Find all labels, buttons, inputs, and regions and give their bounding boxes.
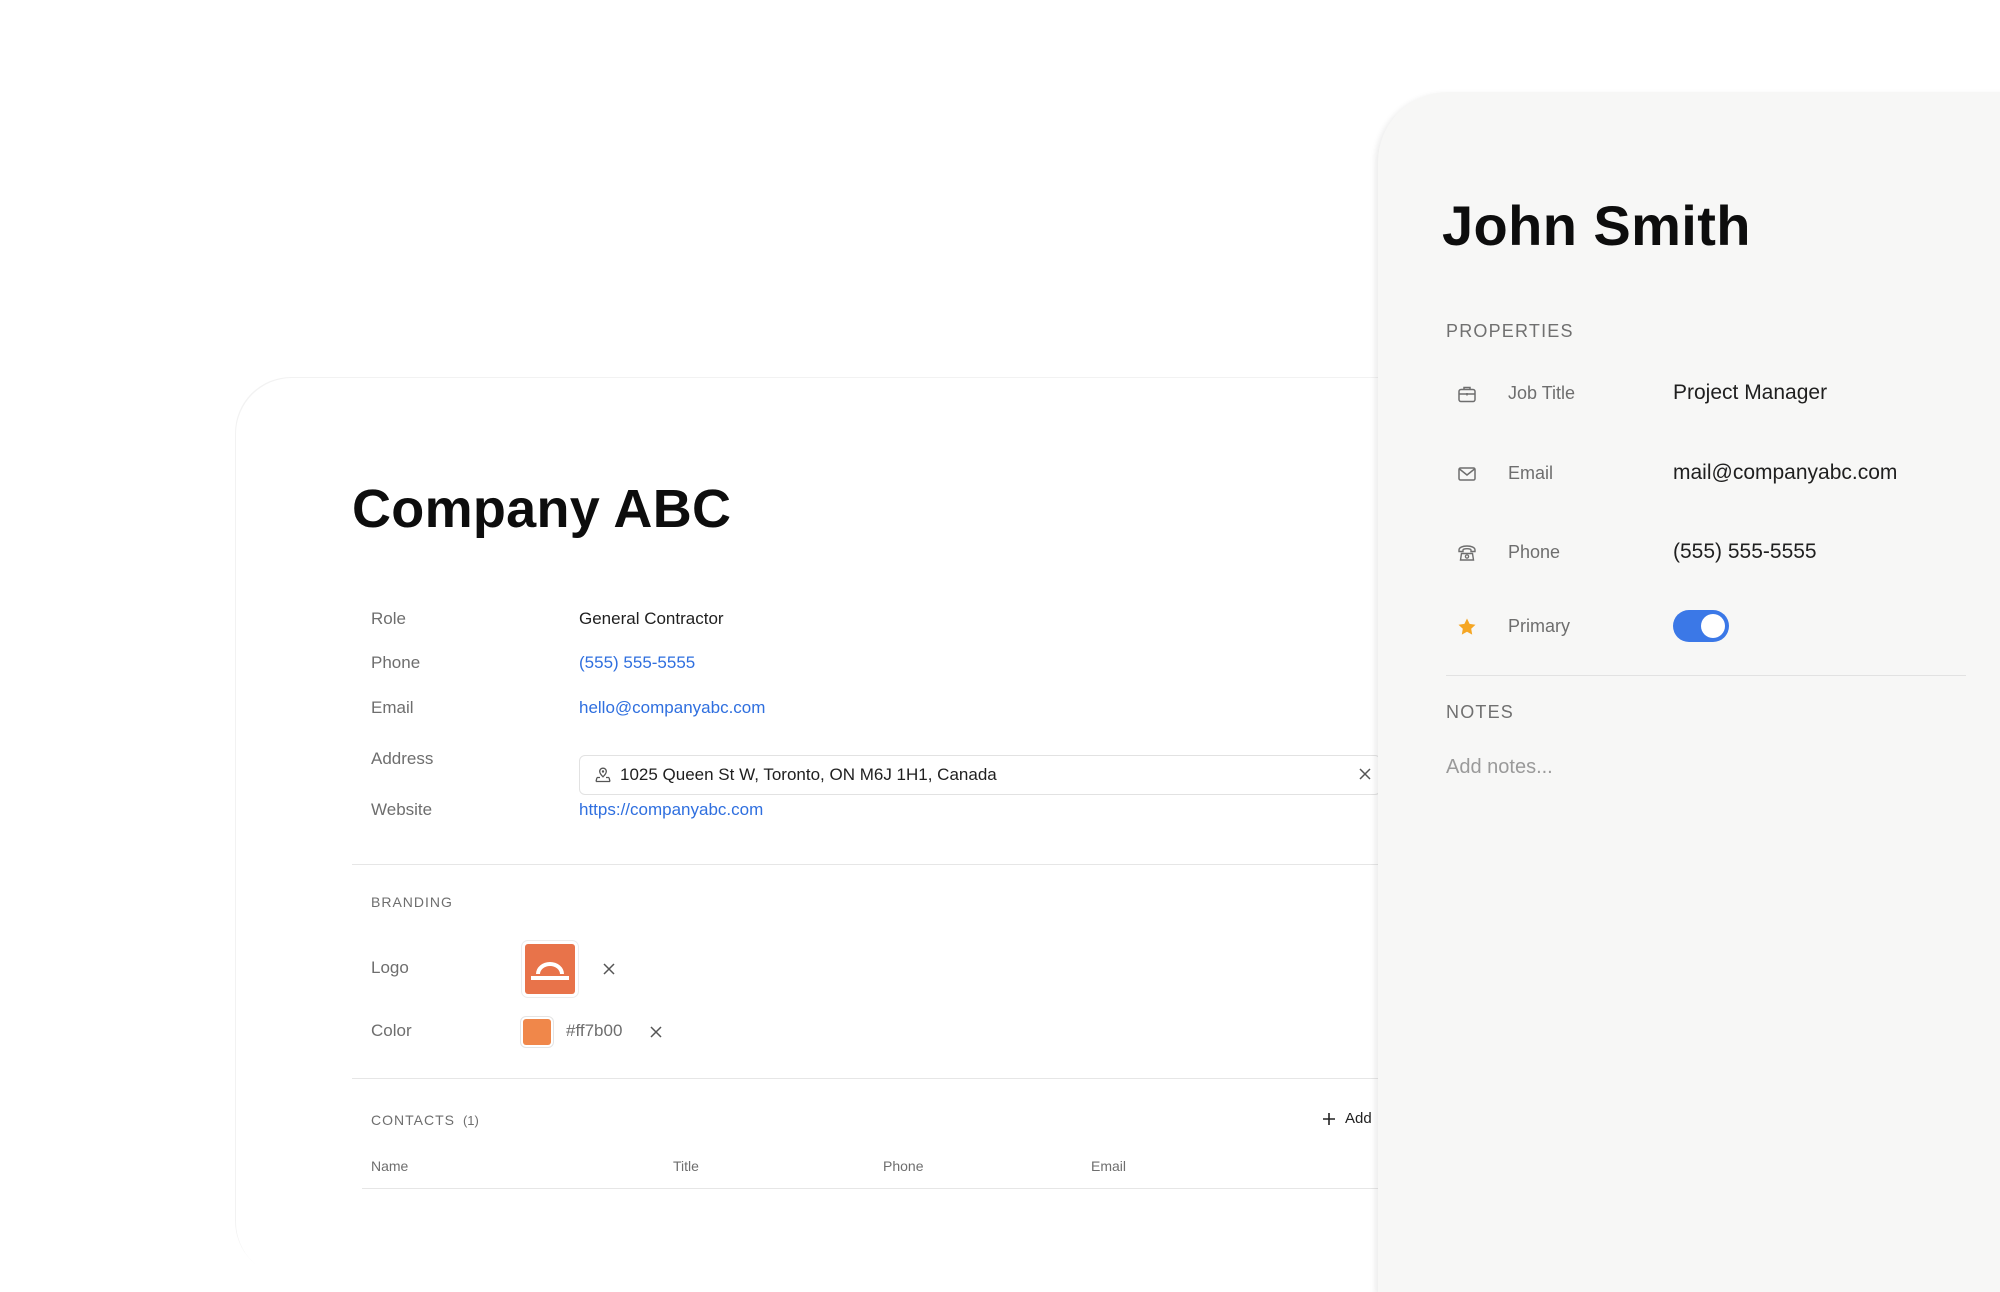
star-icon bbox=[1458, 618, 1476, 635]
branding-title: BRANDING bbox=[371, 894, 453, 910]
color-hex-value: #ff7b00 bbox=[566, 1021, 623, 1040]
briefcase-icon bbox=[1458, 386, 1476, 403]
phone-label: Phone bbox=[371, 653, 421, 672]
address-label: Address bbox=[371, 749, 434, 768]
primary-label: Primary bbox=[1508, 616, 1570, 636]
website-label: Website bbox=[371, 800, 433, 819]
contacts-count: (1) bbox=[462, 1113, 479, 1128]
remove-logo-close-icon[interactable] bbox=[601, 961, 617, 977]
email-link[interactable]: hello@companyabc.com bbox=[579, 698, 765, 718]
phone-label: Phone bbox=[1508, 542, 1561, 562]
plus-icon bbox=[1323, 1113, 1335, 1125]
logo-label: Logo bbox=[371, 958, 409, 977]
add-contact-label: Add bbox=[1345, 1110, 1372, 1127]
phone-value[interactable]: (555) 555-5555 bbox=[1673, 540, 1817, 564]
color-label: Color bbox=[371, 1021, 412, 1040]
section-divider bbox=[352, 1078, 1382, 1079]
column-header-name[interactable]: Name bbox=[371, 1158, 408, 1174]
panel-divider bbox=[1446, 675, 1966, 676]
job-title-value[interactable]: Project Manager bbox=[1673, 381, 1827, 405]
color-swatch[interactable] bbox=[523, 1019, 551, 1045]
properties-title: PROPERTIES bbox=[1446, 321, 1574, 341]
company-logo[interactable] bbox=[525, 944, 575, 994]
contacts-title-text: CONTACTS bbox=[371, 1112, 455, 1128]
remove-color-close-icon[interactable] bbox=[648, 1024, 664, 1040]
website-link[interactable]: https://companyabc.com bbox=[579, 800, 763, 820]
contact-name: John Smith bbox=[1442, 194, 1751, 257]
role-label: Role bbox=[371, 609, 406, 628]
column-header-email[interactable]: Email bbox=[1091, 1158, 1126, 1174]
email-label: Email bbox=[371, 698, 414, 717]
mail-icon bbox=[1458, 467, 1476, 481]
close-icon[interactable] bbox=[1356, 765, 1374, 783]
company-title: Company ABC bbox=[352, 479, 732, 539]
email-value[interactable]: mail@companyabc.com bbox=[1673, 461, 1897, 485]
job-title-label: Job Title bbox=[1508, 383, 1576, 403]
email-label: Email bbox=[1508, 463, 1554, 483]
map-pin-icon bbox=[595, 767, 611, 783]
contact-panel bbox=[1378, 92, 2000, 1292]
role-value: General Contractor bbox=[579, 609, 724, 628]
primary-toggle[interactable] bbox=[1673, 610, 1729, 642]
toggle-knob bbox=[1701, 614, 1725, 638]
notes-title: NOTES bbox=[1446, 702, 1515, 722]
contacts-title: CONTACTS (1) bbox=[371, 1112, 479, 1128]
logo-image bbox=[531, 962, 569, 980]
phone-link[interactable]: (555) 555-5555 bbox=[579, 653, 695, 673]
column-header-phone[interactable]: Phone bbox=[883, 1158, 923, 1174]
address-value: 1025 Queen St W, Toronto, ON M6J 1H1, Ca… bbox=[620, 765, 997, 784]
section-divider bbox=[352, 864, 1382, 865]
column-header-title[interactable]: Title bbox=[673, 1158, 699, 1174]
address-field[interactable]: 1025 Queen St W, Toronto, ON M6J 1H1, Ca… bbox=[579, 755, 1381, 795]
table-header-divider bbox=[362, 1188, 1382, 1189]
phone-icon bbox=[1458, 545, 1476, 561]
notes-input[interactable]: Add notes... bbox=[1446, 756, 1946, 786]
